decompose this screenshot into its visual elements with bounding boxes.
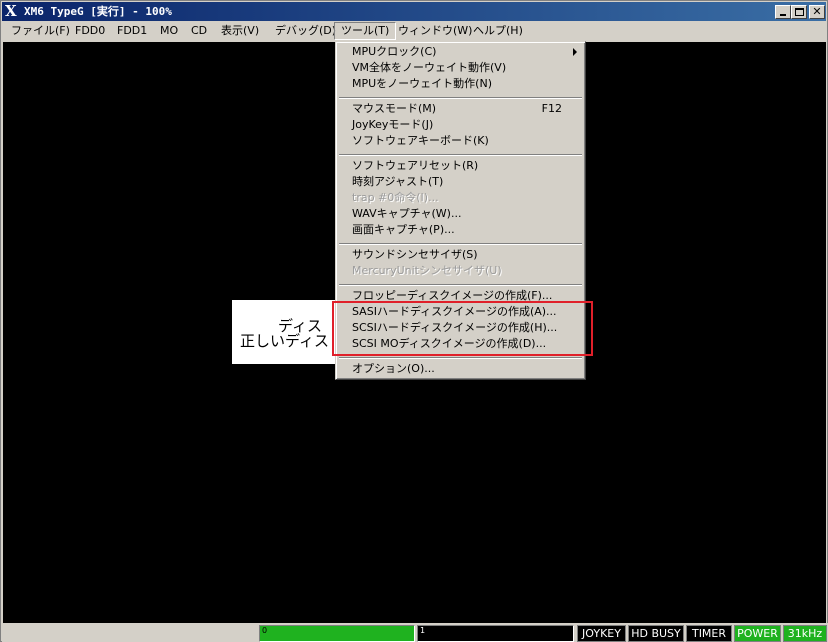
menu-item-shortcut: F12 [541,102,562,115]
power-indicator: POWER [734,625,781,642]
menu-separator [339,243,582,245]
menu-debug[interactable]: デバッグ(D) [269,22,342,40]
title-bar[interactable]: X XM6 TypeG [実行] - 100% ✕ [2,2,826,21]
menu-item-wav-capture[interactable]: WAVキャプチャ(W)... [339,206,582,222]
menu-item-trap0: trap #0命令(I)... [352,191,439,204]
menu-separator [339,97,582,99]
menu-window[interactable]: ウィンドウ(W) [392,22,478,40]
fdd0-tag: 0 [262,626,268,635]
menu-fdd0[interactable]: FDD0 [69,22,111,40]
menu-item-label: マウスモード(M) [352,102,437,115]
message-line-2: 正しいディス [240,332,329,350]
fdd1-status-pane[interactable]: 1 [417,625,574,642]
hd-busy-indicator: HD BUSY [628,625,684,642]
window-title: XM6 TypeG [実行] - 100% [24,5,172,18]
menu-item-mouse-mode[interactable]: マウスモード(M) F12 [339,101,582,117]
joykey-indicator: JOYKEY [577,625,626,642]
menu-separator [339,154,582,156]
close-icon: ✕ [812,5,822,18]
red-highlight-annotation [332,301,593,356]
menu-item-vm-nowait[interactable]: VM全体をノーウェイト動作(V) [339,60,582,76]
menu-cd[interactable]: CD [185,22,213,40]
menu-help[interactable]: ヘルプ(H) [467,22,529,40]
menu-separator [339,284,582,286]
maximize-button[interactable] [791,5,807,19]
menu-view[interactable]: 表示(V) [215,22,265,40]
emulated-message-box: ディス 正しいディス [232,300,336,364]
fdd1-tag: 1 [420,626,426,635]
status-bar: 0 1 JOYKEY HD BUSY TIMER POWER 31kHz [2,623,828,642]
menu-item-mercury-synth: MercuryUnitシンセサイザ(U) [352,264,502,277]
submenu-arrow-icon [573,48,577,56]
menu-item-options[interactable]: オプション(O)... [339,361,582,377]
menu-item-software-keyboard[interactable]: ソフトウェアキーボード(K) [339,133,582,149]
fdd0-status-pane[interactable]: 0 [259,625,415,642]
menu-bar: ファイル(F) FDD0 FDD1 MO CD 表示(V) デバッグ(D) ツー… [2,21,826,41]
menu-item-joykey-mode[interactable]: JoyKeyモード(J) [339,117,582,133]
menu-item-mpu-clock[interactable]: MPUクロック(C) [339,44,582,60]
menu-item-sound-synth[interactable]: サウンドシンセサイザ(S) [339,247,582,263]
xm6-window: X XM6 TypeG [実行] - 100% ✕ ファイル(F) FDD0 F… [0,0,828,642]
x-logo-icon[interactable]: X [5,2,17,20]
menu-item-time-adjust[interactable]: 時刻アジャスト(T) [339,174,582,190]
frequency-indicator: 31kHz [783,625,827,642]
menu-mo[interactable]: MO [154,22,184,40]
menu-tools[interactable]: ツール(T) [334,22,397,40]
close-button[interactable]: ✕ [809,5,825,19]
menu-item-software-reset[interactable]: ソフトウェアリセット(R) [339,158,582,174]
menu-item-mpu-nowait[interactable]: MPUをノーウェイト動作(N) [339,76,582,92]
minimize-button[interactable] [775,5,791,19]
menu-item-label: MPUクロック(C) [352,45,437,58]
menu-fdd1[interactable]: FDD1 [111,22,153,40]
menu-file[interactable]: ファイル(F) [5,22,76,40]
maximize-icon [795,8,804,16]
menu-separator [339,357,582,359]
minimize-icon [780,14,786,16]
menu-item-screen-capture[interactable]: 画面キャプチャ(P)... [339,222,582,238]
timer-indicator: TIMER [686,625,732,642]
